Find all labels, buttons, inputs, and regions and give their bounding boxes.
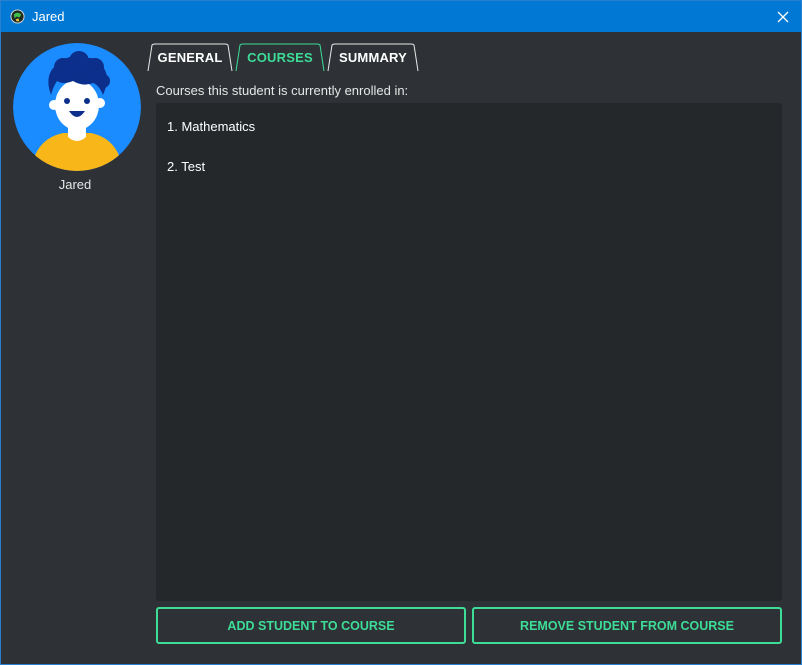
- remove-student-from-course-button[interactable]: REMOVE STUDENT FROM COURSE: [472, 607, 782, 644]
- tab-general[interactable]: GENERAL: [147, 43, 233, 72]
- enrolled-courses-label: Courses this student is currently enroll…: [156, 83, 409, 98]
- tab-summary[interactable]: SUMMARY: [327, 43, 419, 72]
- add-student-to-course-button[interactable]: ADD STUDENT TO COURSE: [156, 607, 466, 644]
- close-button[interactable]: [765, 1, 801, 32]
- student-avatar: [13, 43, 141, 171]
- student-window: Jared Jared GENERAL COURSES SUMMARY Cour…: [0, 0, 802, 665]
- student-name: Jared: [58, 177, 92, 192]
- tab-summary-label: SUMMARY: [338, 50, 408, 65]
- course-list[interactable]: 1. Mathematics 2. Test: [156, 103, 782, 601]
- tab-courses-label: COURSES: [247, 50, 313, 65]
- title-bar[interactable]: Jared: [1, 1, 801, 32]
- tab-bar: GENERAL COURSES SUMMARY: [147, 43, 787, 73]
- globe-icon: [10, 9, 25, 24]
- tab-courses[interactable]: COURSES: [235, 43, 325, 72]
- window-title: Jared: [32, 9, 65, 24]
- tab-general-label: GENERAL: [157, 50, 223, 65]
- close-icon: [777, 11, 789, 22]
- list-item[interactable]: 2. Test: [167, 160, 771, 200]
- list-item[interactable]: 1. Mathematics: [167, 120, 771, 160]
